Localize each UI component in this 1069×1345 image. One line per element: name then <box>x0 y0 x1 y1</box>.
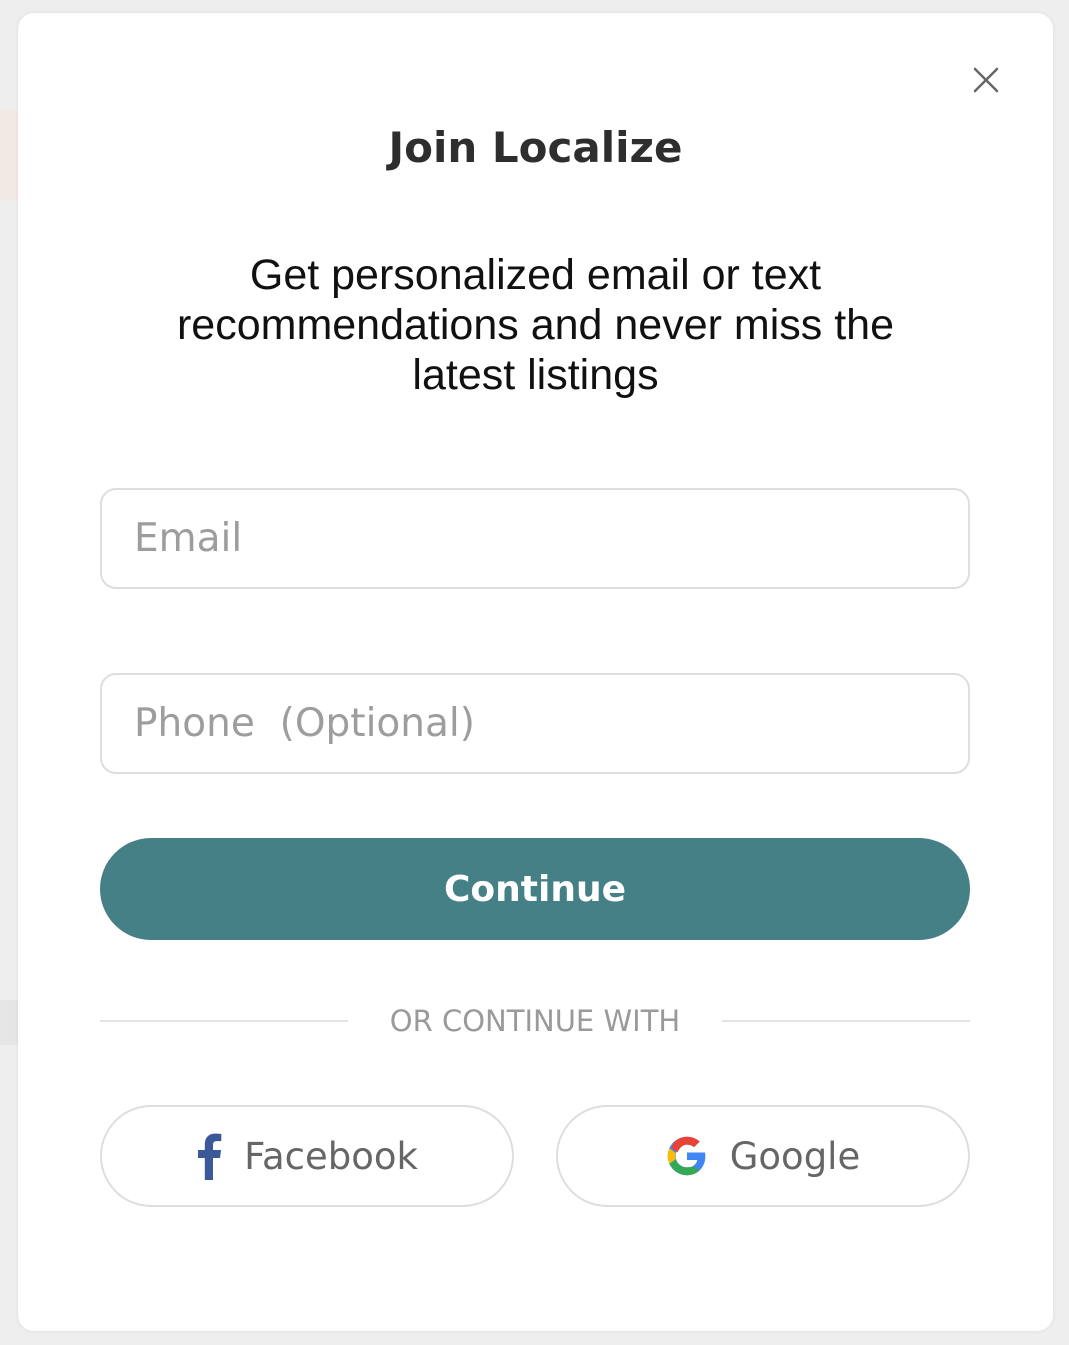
email-field-container <box>100 488 970 589</box>
divider-line-left <box>100 1020 348 1022</box>
modal-title: Join Localize <box>388 123 683 172</box>
close-button[interactable] <box>969 63 1003 97</box>
facebook-icon <box>196 1132 222 1180</box>
divider-line-right <box>722 1020 971 1022</box>
email-input[interactable] <box>134 516 968 561</box>
divider-text: OR CONTINUE WITH <box>389 1004 681 1038</box>
google-label: Google <box>729 1134 861 1178</box>
facebook-label: Facebook <box>244 1134 418 1178</box>
phone-input[interactable] <box>134 701 968 746</box>
social-divider: OR CONTINUE WITH <box>100 1001 971 1041</box>
continue-button[interactable]: Continue <box>100 838 970 940</box>
google-button[interactable]: Google <box>556 1105 970 1207</box>
google-icon <box>666 1135 708 1177</box>
backdrop-strip <box>0 110 20 200</box>
signup-modal: Join Localize Get personalized email or … <box>18 13 1053 1331</box>
phone-field-container <box>100 673 970 774</box>
close-icon <box>973 67 999 93</box>
facebook-button[interactable]: Facebook <box>100 1105 514 1207</box>
backdrop-strip <box>0 1000 20 1045</box>
modal-subtitle: Get personalized email or text recommend… <box>176 251 895 399</box>
